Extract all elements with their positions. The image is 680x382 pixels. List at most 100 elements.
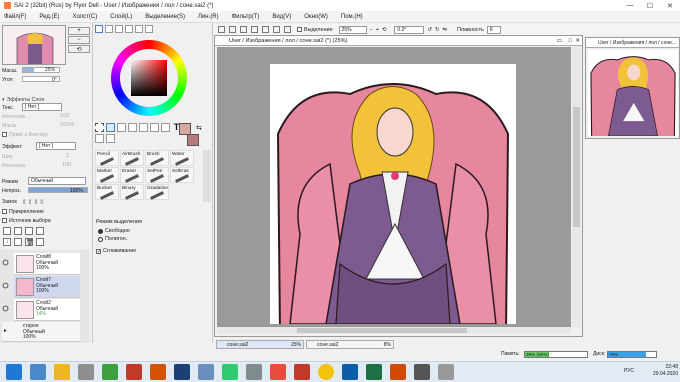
color-wheel[interactable] [111, 40, 187, 116]
canvas-minimize-icon[interactable]: ▭ [557, 38, 562, 44]
taskbar-app-3-icon[interactable] [78, 364, 94, 380]
visibility-icon[interactable] [2, 259, 9, 266]
taskbar-app-11-icon[interactable] [270, 364, 286, 380]
zoom-tool-icon[interactable] [139, 123, 148, 132]
eyedropper-icon[interactable] [95, 134, 104, 143]
toolbar-icon-2[interactable] [229, 26, 236, 33]
taskbar-app-18-icon[interactable] [438, 364, 454, 380]
canvas-vertical-scrollbar[interactable] [572, 47, 581, 327]
taskbar-app-14-icon[interactable] [342, 364, 358, 380]
tool-selpen[interactable]: SelPen [145, 167, 169, 183]
layer-row[interactable]: Слой8 Обычный 100% [2, 253, 80, 275]
delete-layer-icon[interactable]: 🗑 [25, 238, 34, 246]
nav-zoom-in-icon[interactable]: + [68, 27, 90, 35]
zoom-out-icon[interactable]: − [370, 27, 373, 33]
merge-icon[interactable] [14, 238, 22, 246]
document-tab-active[interactable]: соне.sai2 25% [216, 340, 304, 349]
taskbar-app-5-icon[interactable] [126, 364, 142, 380]
lock-icon-2[interactable]: ▯ [29, 199, 32, 205]
tool-binary[interactable]: Binary [120, 184, 144, 200]
taskbar-app-2-icon[interactable] [54, 364, 70, 380]
color-wheel-mode-icon[interactable] [95, 25, 103, 33]
menu-layer[interactable]: Слой(L) [110, 14, 132, 20]
rotate-right-icon[interactable]: ↻ [435, 27, 440, 33]
close-icon[interactable]: ✕ [660, 0, 680, 11]
menu-ruler[interactable]: Лин.(R) [198, 14, 219, 20]
rect-select-icon[interactable] [95, 123, 104, 132]
tool-bucket[interactable]: Bucket [95, 184, 119, 200]
magic-wand-icon[interactable] [117, 123, 126, 132]
visibility-icon[interactable] [2, 282, 9, 289]
swap-colors-icon[interactable]: ⇆ [196, 124, 202, 132]
menu-selection[interactable]: Выделение(S) [145, 14, 185, 20]
taskbar-app-17-icon[interactable] [414, 364, 430, 380]
tray-date[interactable]: 29.04.2020 [653, 371, 678, 378]
nav-rotate-icon[interactable]: ⟲ [68, 45, 90, 53]
lock-icon-1[interactable]: ▯ [23, 199, 26, 205]
new-vector-icon[interactable] [25, 227, 33, 235]
canvas-horizontal-scrollbar[interactable] [217, 327, 571, 334]
layer-folder-row[interactable]: ▸ старое Обычный 100% [2, 322, 80, 342]
clear-icon[interactable] [36, 238, 44, 246]
rotate-left-icon[interactable]: ↺ [427, 27, 432, 33]
texture-dropdown[interactable]: [ Нет ] [22, 103, 62, 111]
hsv-mode-icon[interactable] [115, 25, 123, 33]
tool-seleras[interactable]: SelEras [170, 167, 194, 183]
secondary-color-swatch[interactable] [187, 134, 199, 146]
taskbar-app-6-icon[interactable] [150, 364, 166, 380]
canvas-paper[interactable] [270, 64, 516, 327]
menu-canvas[interactable]: Холст(C) [73, 14, 98, 20]
tool-water[interactable]: Water [170, 150, 194, 166]
flip-icon[interactable]: ⇋ [442, 27, 447, 33]
scratch-mode-icon[interactable] [145, 25, 153, 33]
menu-edit[interactable]: Ред.(E) [39, 14, 59, 20]
toolbar-icon-1[interactable] [218, 26, 225, 33]
clip-row[interactable]: Прикрепление [2, 208, 44, 215]
folder-expand-icon[interactable]: ▸ [4, 328, 7, 341]
menu-window[interactable]: Окно(W) [304, 14, 328, 20]
move-down-icon[interactable]: ↓ [3, 238, 11, 246]
canvas-area[interactable] [217, 47, 571, 327]
new-folder-icon[interactable] [14, 227, 22, 235]
preview-image[interactable] [588, 50, 678, 140]
rotate-tool-icon[interactable] [150, 123, 159, 132]
windows-start-icon[interactable] [6, 364, 22, 380]
apply-vector-row[interactable]: Прим. к Вектору [2, 131, 48, 138]
tray-time[interactable]: 22:48 [653, 364, 678, 371]
zoom-reset-icon[interactable]: ⟲ [382, 27, 387, 33]
taskbar-app-12-icon[interactable] [294, 364, 310, 380]
tool-brush[interactable]: Brush [145, 150, 169, 166]
maximize-icon[interactable]: ☐ [640, 0, 660, 11]
minimize-icon[interactable]: — [620, 0, 640, 11]
tool-airbrush[interactable]: AirBrush [120, 150, 144, 166]
selection-mode-free[interactable]: Свободно [98, 228, 130, 234]
swatches-mode-icon[interactable] [135, 25, 143, 33]
antialias-checkbox[interactable]: ✓ Сглаживание [96, 248, 136, 254]
lock-icon-3[interactable]: ▯ [34, 199, 37, 205]
tool-pencil[interactable]: Pencil [95, 150, 119, 166]
angle-dropdown[interactable]: 0.0° [394, 25, 425, 34]
hand-tool-icon[interactable] [161, 123, 170, 132]
navigator-thumbnail[interactable] [2, 25, 66, 65]
taskbar-app-16-icon[interactable] [390, 364, 406, 380]
mask-icon[interactable] [36, 227, 44, 235]
taskbar-app-7-icon[interactable] [174, 364, 190, 380]
source-row[interactable]: Источник выбора [2, 217, 51, 224]
zoom-dropdown[interactable]: 25% [338, 25, 367, 34]
layer-row-selected[interactable]: Слой7 Обычный 100% [2, 276, 80, 298]
toolbar-icon-7[interactable] [284, 26, 291, 33]
canvas-close-icon[interactable]: ✕ [575, 38, 580, 44]
tool-eraser[interactable]: Eraser [120, 167, 144, 183]
tool-marker[interactable]: Marker [95, 167, 119, 183]
visibility-icon[interactable] [2, 305, 9, 312]
menu-help[interactable]: Пом.(H) [341, 14, 363, 20]
lasso-icon[interactable] [106, 123, 115, 132]
menu-filter[interactable]: Фильтр(T) [232, 14, 260, 20]
selection-mode-polygon[interactable]: Полигон. [98, 236, 127, 242]
taskbar-app-10-icon[interactable] [246, 364, 262, 380]
taskbar-app-9-icon[interactable] [222, 364, 238, 380]
menu-file[interactable]: Файл(F) [4, 14, 26, 20]
toolbar-icon-4[interactable] [251, 26, 258, 33]
effect-dropdown[interactable]: [ Нет ] [36, 142, 76, 150]
tool-gradation[interactable]: Gradation [145, 184, 169, 200]
